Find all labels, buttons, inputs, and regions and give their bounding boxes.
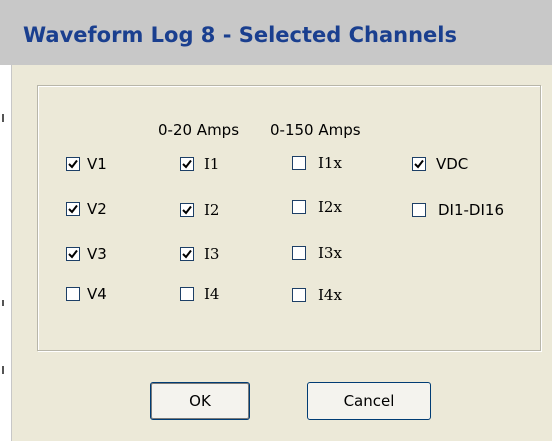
cancel-button[interactable]: Cancel [307, 382, 431, 420]
label-i2x: I2x [318, 198, 342, 216]
label-i4x: I4x [318, 286, 342, 304]
checkbox-i3x[interactable] [292, 246, 306, 260]
background-window-mark [2, 300, 4, 306]
label-i4: I4 [204, 285, 220, 303]
checkbox-v2[interactable] [66, 202, 80, 216]
label-v2: V2 [87, 200, 107, 218]
checkbox-vdc[interactable] [412, 157, 426, 171]
title-bar[interactable]: Waveform Log 8 - Selected Channels [0, 0, 552, 65]
label-i1: I1 [204, 155, 220, 173]
label-v1: V1 [87, 155, 107, 173]
label-v4: V4 [87, 285, 107, 303]
checkbox-i4x[interactable] [292, 288, 306, 302]
background-window-mark [2, 114, 4, 122]
check-mark-icon [182, 249, 192, 259]
label-v3: V3 [87, 245, 107, 263]
window-title: Waveform Log 8 - Selected Channels [23, 23, 457, 47]
label-i1x: I1x [318, 154, 342, 172]
background-window-border [11, 65, 12, 441]
check-mark-icon [68, 204, 78, 214]
checkbox-i4[interactable] [180, 287, 194, 301]
label-i3x: I3x [318, 244, 342, 262]
check-mark-icon [414, 159, 424, 169]
check-mark-icon [68, 249, 78, 259]
checkbox-di1-di16[interactable] [412, 203, 426, 217]
checkbox-i2x[interactable] [292, 200, 306, 214]
checkbox-i1x[interactable] [292, 156, 306, 170]
label-i2: I2 [204, 201, 220, 219]
checkbox-v1[interactable] [66, 157, 80, 171]
checkbox-v3[interactable] [66, 247, 80, 261]
checkbox-i1[interactable] [180, 157, 194, 171]
checkbox-i2[interactable] [180, 203, 194, 217]
label-di1-di16: DI1-DI16 [438, 201, 504, 219]
check-mark-icon [68, 159, 78, 169]
header-0-20-amps: 0-20 Amps [158, 121, 240, 139]
check-mark-icon [182, 159, 192, 169]
ok-button[interactable]: OK [150, 382, 250, 420]
label-vdc: VDC [436, 155, 469, 173]
check-mark-icon [182, 205, 192, 215]
header-0-150-amps: 0-150 Amps [270, 121, 361, 139]
checkbox-i3[interactable] [180, 247, 194, 261]
background-window-mark [2, 366, 4, 374]
label-i3: I3 [204, 245, 220, 263]
checkbox-v4[interactable] [66, 287, 80, 301]
